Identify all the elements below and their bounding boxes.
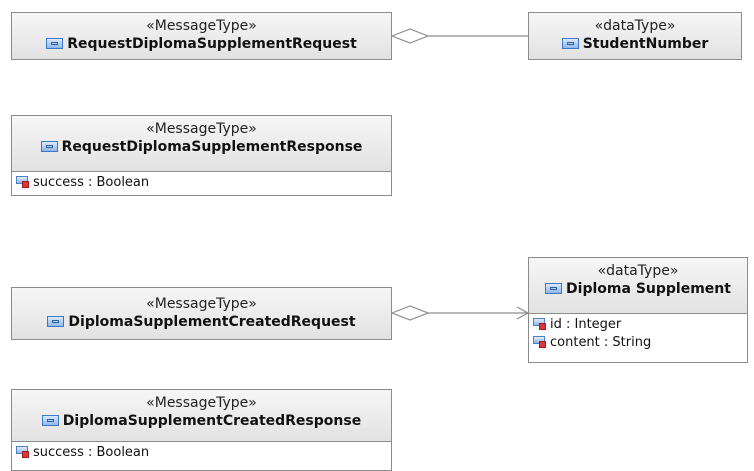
aggregation-diamond	[390, 305, 430, 321]
class-header: «MessageType» DiplomaSupplementCreatedRe…	[12, 288, 391, 339]
class-header: «MessageType» RequestDiplomaSupplementRe…	[12, 13, 391, 59]
stereotype-label: «dataType»	[594, 18, 676, 34]
class-name-row: RequestDiplomaSupplementRequest	[16, 35, 387, 53]
class-name-row: StudentNumber	[533, 35, 737, 53]
class-diploma-supplement-created-response[interactable]: «MessageType» DiplomaSupplementCreatedRe…	[11, 389, 392, 471]
attribute-row[interactable]: id : Integer	[533, 316, 743, 334]
class-name-row: RequestDiplomaSupplementResponse	[16, 138, 387, 156]
class-name-row: DiplomaSupplementCreatedRequest	[16, 313, 387, 331]
class-name-row: Diploma Supplement	[533, 280, 743, 298]
attribute-label: id : Integer	[550, 317, 622, 332]
class-icon	[47, 316, 65, 327]
attribute-compartment: success : Boolean	[12, 171, 391, 195]
class-header: «dataType» Diploma Supplement	[529, 258, 747, 313]
attribute-compartment: id : Integer content : String	[529, 313, 747, 355]
attribute-row[interactable]: content : String	[533, 334, 743, 352]
class-icon	[46, 38, 64, 49]
class-name: DiplomaSupplementCreatedRequest	[68, 314, 356, 330]
attribute-row[interactable]: success : Boolean	[16, 174, 387, 192]
aggregation-diamond	[390, 28, 430, 44]
class-name: StudentNumber	[582, 36, 709, 52]
class-name-row: DiplomaSupplementCreatedResponse	[16, 412, 387, 430]
attribute-label: success : Boolean	[33, 445, 150, 460]
class-name: DiplomaSupplementCreatedResponse	[62, 413, 362, 429]
class-icon	[41, 415, 59, 426]
stereotype-label: «dataType»	[597, 263, 679, 279]
attribute-compartment: success : Boolean	[12, 441, 391, 465]
attribute-icon	[16, 446, 30, 458]
class-student-number[interactable]: «dataType» StudentNumber	[528, 12, 742, 60]
class-icon	[40, 141, 58, 152]
attribute-label: content : String	[550, 335, 652, 350]
class-icon	[561, 38, 579, 49]
class-header: «dataType» StudentNumber	[529, 13, 741, 59]
attribute-icon	[16, 176, 30, 188]
attribute-icon	[533, 318, 547, 330]
class-header: «MessageType» DiplomaSupplementCreatedRe…	[12, 390, 391, 441]
class-diploma-supplement[interactable]: «dataType» Diploma Supplement id : Integ…	[528, 257, 748, 363]
stereotype-label: «MessageType»	[146, 18, 257, 34]
class-diploma-supplement-created-request[interactable]: «MessageType» DiplomaSupplementCreatedRe…	[11, 287, 392, 340]
attribute-icon	[533, 336, 547, 348]
class-request-diploma-supplement-request[interactable]: «MessageType» RequestDiplomaSupplementRe…	[11, 12, 392, 60]
aggregation-connector-diploma-supplement[interactable]	[390, 305, 530, 321]
class-name: RequestDiplomaSupplementResponse	[61, 139, 363, 155]
stereotype-label: «MessageType»	[146, 395, 257, 411]
attribute-label: success : Boolean	[33, 175, 150, 190]
class-icon	[545, 283, 563, 294]
class-name: RequestDiplomaSupplementRequest	[67, 36, 357, 52]
stereotype-label: «MessageType»	[146, 121, 257, 137]
class-request-diploma-supplement-response[interactable]: «MessageType» RequestDiplomaSupplementRe…	[11, 115, 392, 196]
stereotype-label: «MessageType»	[146, 296, 257, 312]
class-name: Diploma Supplement	[566, 281, 731, 297]
attribute-row[interactable]: success : Boolean	[16, 444, 387, 462]
class-header: «MessageType» RequestDiplomaSupplementRe…	[12, 116, 391, 171]
aggregation-connector-student-number[interactable]	[390, 28, 528, 44]
